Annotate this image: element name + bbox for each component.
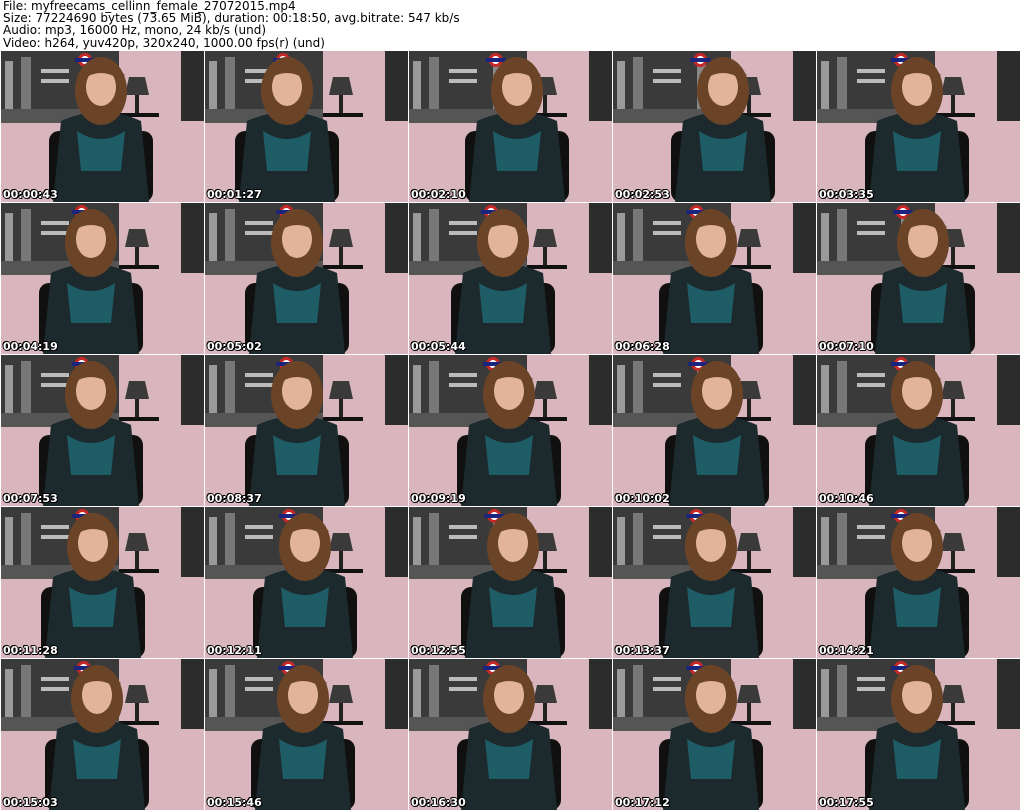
thumbnail-image [613, 203, 816, 354]
timestamp-label: 00:06:28 [615, 340, 670, 353]
thumbnail-image [409, 51, 612, 202]
video-thumbnail: 00:05:44 [409, 203, 612, 354]
thumbnail-image [409, 355, 612, 506]
thumbnail-grid: 00:00:43 00:01:27 00:02:10 00:02:53 00:03:35… [1, 51, 1020, 810]
video-thumbnail: 00:10:02 [613, 355, 816, 506]
timestamp-label: 00:09:19 [411, 492, 466, 505]
thumbnail-image [817, 203, 1020, 354]
timestamp-label: 00:17:55 [819, 796, 874, 809]
thumbnail-image [817, 507, 1020, 658]
video-thumbnail: 00:16:30 [409, 659, 612, 810]
video-thumbnail: 00:17:12 [613, 659, 816, 810]
timestamp-label: 00:15:03 [3, 796, 58, 809]
video-thumbnail: 00:05:02 [205, 203, 408, 354]
video-thumbnail: 00:14:21 [817, 507, 1020, 658]
timestamp-label: 00:07:10 [819, 340, 874, 353]
video-thumbnail: 00:12:55 [409, 507, 612, 658]
thumbnail-image [205, 203, 408, 354]
video-thumbnail: 00:02:10 [409, 51, 612, 202]
thumbnail-image [817, 51, 1020, 202]
video-thumbnail: 00:12:11 [205, 507, 408, 658]
thumbnail-image [817, 355, 1020, 506]
video-thumbnail: 00:09:19 [409, 355, 612, 506]
timestamp-label: 00:17:12 [615, 796, 670, 809]
video-thumbnail: 00:00:43 [1, 51, 204, 202]
timestamp-label: 00:07:53 [3, 492, 58, 505]
thumbnail-image [409, 507, 612, 658]
video-thumbnail: 00:15:03 [1, 659, 204, 810]
timestamp-label: 00:05:02 [207, 340, 262, 353]
video-thumbnail: 00:11:28 [1, 507, 204, 658]
thumbnail-image [205, 355, 408, 506]
thumbnail-image [205, 659, 408, 810]
timestamp-label: 00:08:37 [207, 492, 262, 505]
video-thumbnail: 00:07:10 [817, 203, 1020, 354]
video-thumbnail: 00:07:53 [1, 355, 204, 506]
video-thumbnail: 00:01:27 [205, 51, 408, 202]
thumbnail-image [613, 507, 816, 658]
file-info-header: File: myfreecams_cellinn_female_27072015… [3, 0, 1003, 49]
timestamp-label: 00:11:28 [3, 644, 58, 657]
video-thumbnail: 00:02:53 [613, 51, 816, 202]
timestamp-label: 00:05:44 [411, 340, 466, 353]
timestamp-label: 00:10:46 [819, 492, 874, 505]
timestamp-label: 00:16:30 [411, 796, 466, 809]
video-thumbnail: 00:08:37 [205, 355, 408, 506]
video-thumbnail: 00:03:35 [817, 51, 1020, 202]
thumbnail-image [409, 659, 612, 810]
thumbnail-image [205, 51, 408, 202]
thumbnail-image [205, 507, 408, 658]
video-thumbnail: 00:17:55 [817, 659, 1020, 810]
timestamp-label: 00:10:02 [615, 492, 670, 505]
thumbnail-image [613, 659, 816, 810]
thumbnail-image [817, 659, 1020, 810]
thumbnail-image [613, 51, 816, 202]
thumbnail-image [1, 507, 204, 658]
thumbnail-image [1, 659, 204, 810]
timestamp-label: 00:01:27 [207, 188, 262, 201]
timestamp-label: 00:03:35 [819, 188, 874, 201]
thumbnail-image [1, 51, 204, 202]
timestamp-label: 00:02:10 [411, 188, 466, 201]
timestamp-label: 00:12:55 [411, 644, 466, 657]
thumbnail-image [409, 203, 612, 354]
thumbnail-image [1, 203, 204, 354]
video-thumbnail: 00:13:37 [613, 507, 816, 658]
video-thumbnail: 00:10:46 [817, 355, 1020, 506]
video-line: Video: h264, yuv420p, 320x240, 1000.00 f… [3, 35, 325, 50]
timestamp-label: 00:13:37 [615, 644, 670, 657]
timestamp-label: 00:12:11 [207, 644, 262, 657]
timestamp-label: 00:00:43 [3, 188, 58, 201]
video-thumbnail: 00:06:28 [613, 203, 816, 354]
timestamp-label: 00:14:21 [819, 644, 874, 657]
timestamp-label: 00:02:53 [615, 188, 670, 201]
timestamp-label: 00:04:19 [3, 340, 58, 353]
thumbnail-image [1, 355, 204, 506]
video-thumbnail: 00:15:46 [205, 659, 408, 810]
timestamp-label: 00:15:46 [207, 796, 262, 809]
audio-line: Audio: mp3, 16000 Hz, mono, 24 kb/s (und… [3, 23, 267, 38]
thumbnail-image [613, 355, 816, 506]
video-thumbnail: 00:04:19 [1, 203, 204, 354]
